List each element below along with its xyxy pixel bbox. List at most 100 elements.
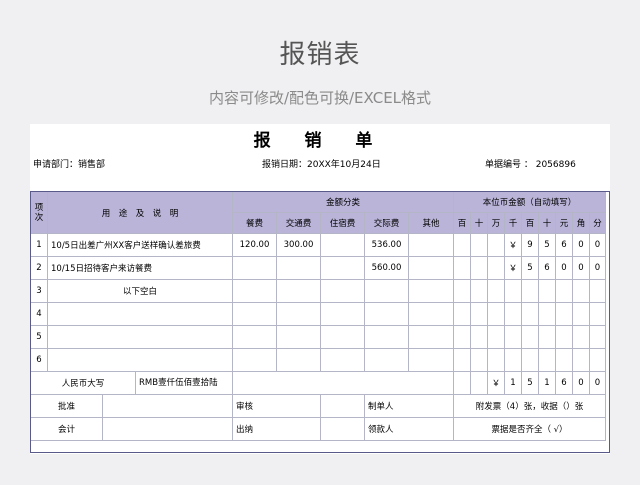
- amount-cell[interactable]: [232, 256, 277, 280]
- total-digit: ￥: [487, 371, 505, 395]
- amount-cell[interactable]: [408, 302, 454, 326]
- digit-cell: [453, 302, 471, 326]
- header-category: 交际费: [364, 212, 409, 234]
- amount-cell[interactable]: [320, 233, 365, 257]
- digit-cell: [589, 325, 606, 349]
- header-digit: 角: [572, 212, 590, 234]
- row-no[interactable]: 4: [30, 302, 48, 326]
- digit-cell: 5: [521, 256, 539, 280]
- digit-cell: 6: [538, 256, 556, 280]
- amount-cell[interactable]: [320, 279, 365, 303]
- digit-cell: [521, 348, 539, 372]
- maker-label: 制单人: [364, 394, 454, 418]
- expense-table: 项次 用 途 及 说 明 金额分类 本位币金额（自动填写） 餐费 交通费 住宿费…: [30, 191, 606, 441]
- amount-cell[interactable]: 560.00: [364, 256, 409, 280]
- digit-cell: [521, 279, 539, 303]
- amount-cell[interactable]: [320, 256, 365, 280]
- row-description[interactable]: [47, 302, 233, 326]
- row-description[interactable]: [47, 348, 233, 372]
- attachment-count[interactable]: 附发票（4）张，收据（）张: [453, 394, 606, 418]
- approve-field[interactable]: [102, 394, 233, 418]
- amount-cell[interactable]: [232, 325, 277, 349]
- digit-cell: 0: [555, 256, 573, 280]
- amount-cell[interactable]: 300.00: [276, 233, 321, 257]
- amount-cell[interactable]: [276, 256, 321, 280]
- expense-form: 报 销 单 申请部门：销售部 报销日期：20XX年10月24日 单据编号 ： 2…: [30, 124, 610, 454]
- amount-cell[interactable]: [364, 348, 409, 372]
- total-digit: 1: [504, 371, 522, 395]
- digit-cell: [555, 325, 573, 349]
- amount-cell[interactable]: 536.00: [364, 233, 409, 257]
- header-digit: 万: [487, 212, 505, 234]
- digit-cell: ￥: [504, 233, 522, 257]
- row-no[interactable]: 6: [30, 348, 48, 372]
- amount-cell[interactable]: [408, 233, 454, 257]
- header-category: 住宿费: [320, 212, 365, 234]
- amount-cell[interactable]: 120.00: [232, 233, 277, 257]
- digit-cell: [521, 325, 539, 349]
- cashier-field[interactable]: [320, 417, 365, 441]
- row-description[interactable]: 10/15日招待客户来访餐费: [47, 256, 233, 280]
- digit-cell: [470, 279, 488, 303]
- row-no[interactable]: 3: [30, 279, 48, 303]
- amount-cell[interactable]: [276, 279, 321, 303]
- digit-cell: [555, 302, 573, 326]
- digit-cell: [487, 256, 505, 280]
- digit-cell: [589, 279, 606, 303]
- digit-cell: [453, 325, 471, 349]
- row-no[interactable]: 5: [30, 325, 48, 349]
- page-subtitle: 内容可修改/配色可换/EXCEL格式: [208, 89, 432, 107]
- amount-cell[interactable]: [364, 325, 409, 349]
- digit-cell: [504, 325, 522, 349]
- amount-cell[interactable]: [232, 302, 277, 326]
- amount-cell[interactable]: [364, 302, 409, 326]
- accountant-field[interactable]: [102, 417, 233, 441]
- digit-cell: [487, 302, 505, 326]
- amount-cell[interactable]: [408, 256, 454, 280]
- document-number-field: 单据编号 ： 2056896: [485, 160, 576, 170]
- digit-cell: [453, 233, 471, 257]
- amount-cell[interactable]: [320, 348, 365, 372]
- amount-cell[interactable]: [232, 348, 277, 372]
- amount-cell[interactable]: [364, 279, 409, 303]
- digit-cell: [487, 325, 505, 349]
- row-description[interactable]: 以下空白: [47, 279, 233, 303]
- receipts-complete[interactable]: 票据是否齐全（ √）: [453, 417, 606, 441]
- digit-cell: 0: [589, 256, 606, 280]
- header-purpose: 用 途 及 说 明: [47, 191, 233, 234]
- row-no[interactable]: 1: [30, 233, 48, 257]
- digit-cell: 9: [521, 233, 539, 257]
- review-field[interactable]: [320, 394, 365, 418]
- header-category: 其他: [408, 212, 454, 234]
- row-description[interactable]: [47, 325, 233, 349]
- amount-cell[interactable]: [276, 348, 321, 372]
- amount-cell[interactable]: [232, 279, 277, 303]
- digit-cell: [487, 233, 505, 257]
- header-digit: 千: [504, 212, 522, 234]
- digit-cell: [572, 325, 590, 349]
- total-digit: 5: [521, 371, 539, 395]
- date-field: 报销日期：20XX年10月24日: [262, 160, 381, 170]
- form-title: 报 销 单: [253, 131, 387, 151]
- table-row: 4: [30, 302, 606, 326]
- header-digit: 元: [555, 212, 573, 234]
- total-in-words[interactable]: RMB壹仟伍佰壹拾陆: [135, 372, 232, 394]
- amount-cell[interactable]: [276, 325, 321, 349]
- amount-cell[interactable]: [276, 302, 321, 326]
- total-digit: 0: [572, 371, 590, 395]
- digit-cell: [453, 348, 471, 372]
- digit-cell: [572, 302, 590, 326]
- row-description[interactable]: 10/5日出差广州XX客户送样确认差旅费: [47, 233, 233, 257]
- header-digit: 百: [521, 212, 539, 234]
- row-no[interactable]: 2: [30, 256, 48, 280]
- amount-cell[interactable]: [320, 325, 365, 349]
- header-digit: 百: [453, 212, 471, 234]
- amount-cell[interactable]: [320, 302, 365, 326]
- table-row: 3 以下空白: [30, 279, 606, 303]
- digit-cell: [470, 348, 488, 372]
- digit-cell: [538, 279, 556, 303]
- amount-cell[interactable]: [408, 348, 454, 372]
- amount-cell[interactable]: [408, 325, 454, 349]
- amount-cell[interactable]: [408, 279, 454, 303]
- accountant-label: 会计: [30, 417, 103, 441]
